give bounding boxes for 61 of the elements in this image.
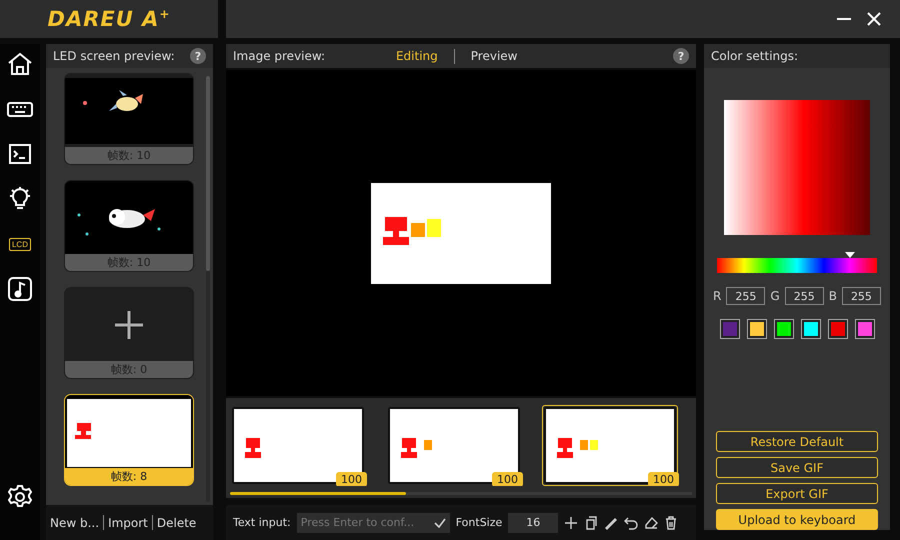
color-swatch[interactable] (774, 319, 794, 339)
panel-title: Color settings: (711, 49, 800, 63)
copy-icon[interactable] (584, 516, 598, 530)
music-note-icon (7, 276, 33, 302)
home-icon (7, 51, 33, 77)
frame-thumbnail[interactable]: 100 (230, 405, 366, 486)
color-swatch[interactable] (854, 319, 874, 339)
plus-icon[interactable] (114, 310, 144, 340)
field-label: Text input: (233, 516, 291, 529)
add-icon[interactable] (564, 516, 578, 530)
action-button[interactable]: Save GIF (716, 457, 878, 478)
frame-thumbnail[interactable]: 100 (542, 405, 678, 486)
lcd-nav-button[interactable]: LCD (4, 228, 36, 260)
slider-thumb[interactable] (844, 252, 855, 258)
frame-duration: 100 (648, 472, 679, 486)
text-input-field[interactable]: Press Enter to conf... (296, 512, 450, 532)
channel-value-field[interactable]: 255 (842, 287, 881, 305)
panel-title: Image preview: (233, 49, 326, 63)
color-swatch[interactable] (828, 319, 848, 339)
field-label: FontSize (456, 516, 502, 529)
hue-slider[interactable] (717, 252, 877, 273)
action-button[interactable]: Restore Default (716, 431, 878, 452)
light-bulb-icon (7, 186, 33, 212)
frame-duration: 100 (492, 472, 523, 486)
channel-value-field[interactable]: 255 (726, 287, 766, 305)
panel-title: LED screen preview: (53, 49, 176, 63)
color-gradient-picker[interactable] (724, 100, 870, 235)
frame-count: 帧数: 0 (65, 361, 193, 378)
terminal-icon (7, 141, 33, 167)
animation-card[interactable]: 帧数: 8 (64, 394, 194, 486)
color-swatch[interactable] (800, 319, 820, 339)
trash-icon[interactable] (664, 516, 678, 530)
mode-tab[interactable]: Preview (470, 49, 518, 63)
check-icon[interactable] (434, 518, 446, 528)
eraser-icon[interactable] (644, 516, 658, 530)
help-icon[interactable]: ? (673, 48, 690, 64)
frame-count: 帧数: 10 (65, 147, 193, 164)
action-link[interactable]: Delete (156, 516, 196, 530)
frame-count: 帧数: 8 (65, 468, 193, 485)
font-size-field[interactable]: 16 (508, 512, 558, 532)
channel-label: G (770, 289, 780, 303)
logo: DAREU A$^{+}$ (48, 7, 170, 31)
undo-icon[interactable] (624, 516, 638, 530)
settings-icon[interactable] (7, 484, 33, 510)
channel-label: R (713, 289, 722, 303)
frame-count: 帧数: 10 (65, 254, 193, 271)
frame-thumbnail[interactable]: 100 (386, 405, 522, 486)
action-link[interactable]: Import (108, 516, 148, 530)
color-swatch[interactable] (746, 319, 766, 339)
close-icon[interactable] (866, 11, 882, 27)
scrollbar-thumb[interactable] (206, 76, 210, 271)
frame-duration: 100 (336, 472, 367, 486)
help-icon[interactable]: ? (190, 48, 206, 64)
pencil-icon[interactable] (604, 516, 618, 530)
color-swatch[interactable] (720, 319, 740, 339)
action-button[interactable]: Upload to keyboard (716, 509, 878, 530)
action-link[interactable]: New b... (50, 516, 100, 530)
channel-label: B (828, 289, 837, 303)
channel-value-field[interactable]: 255 (784, 287, 824, 305)
action-button[interactable]: Export GIF (716, 483, 878, 504)
mode-tab[interactable]: Editing (396, 49, 438, 63)
